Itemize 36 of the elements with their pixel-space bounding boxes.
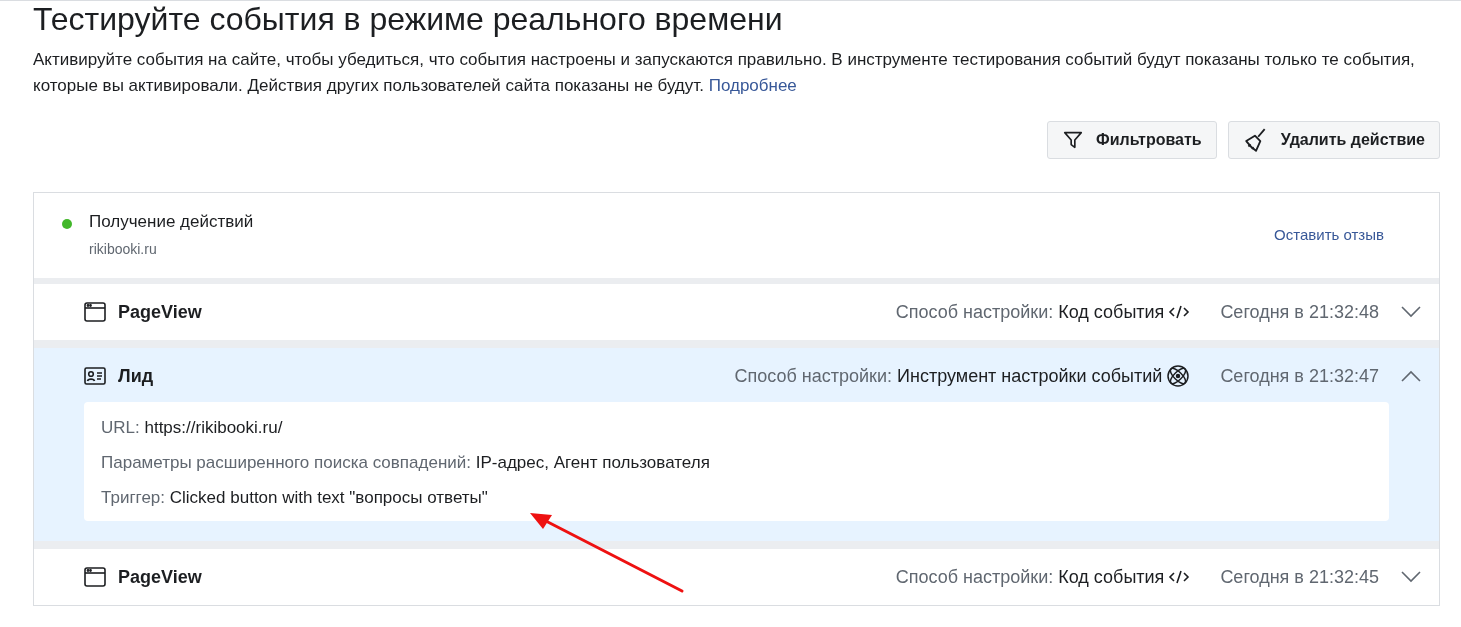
event-row[interactable]: PageView Способ настройки: Код события Сегодня в 21:32:48 (34, 284, 1439, 340)
atom-icon (1166, 364, 1191, 388)
site-domain: rikibooki.ru (89, 240, 158, 259)
learn-more-link[interactable]: Подробнее (708, 76, 797, 95)
page-description: Активируйте события на сайте, чтобы убедиться, что события настроены и запускаются правильно. В инструменте тестирования событий будут показаны только те события, которые вы активировали. Действия других пользователей сайта показаны не будут. Подробнее (33, 49, 1416, 97)
browser-window-icon (84, 302, 106, 322)
page-title: Тестируйте события в режиме реального времени (33, 1, 784, 37)
event-name: PageView (118, 565, 202, 589)
filter-icon (1062, 129, 1084, 151)
chevron-up-icon[interactable] (1401, 370, 1421, 382)
clear-actions-button[interactable]: Удалить действие (1227, 121, 1440, 159)
browser-window-icon (84, 567, 106, 587)
detail-line: URL: https://rikibooki.ru/ (101, 417, 284, 439)
event-row[interactable]: PageView Способ настройки: Код события Сегодня в 21:32:45 (34, 549, 1439, 605)
event-name: PageView (118, 300, 202, 324)
detail-line: Параметры расширенного поиска совпадений: IP-адрес, Агент пользователя (101, 452, 711, 474)
event-time: Сегодня в 21:32:48 (1220, 300, 1379, 324)
code-icon (1168, 304, 1191, 320)
status-label: Получение действий (89, 211, 254, 233)
filter-button[interactable]: Фильтровать (1047, 121, 1217, 159)
event-row[interactable] (34, 348, 1439, 541)
chevron-down-icon[interactable] (1401, 571, 1421, 583)
event-name: Лид (118, 364, 154, 388)
feedback-link[interactable]: Оставить отзыв (1274, 224, 1384, 247)
chevron-down-icon[interactable] (1401, 306, 1421, 318)
detail-line: Триггер: Clicked button with text "вопросы ответы" (101, 487, 489, 509)
method-label: Способ настройки: (895, 565, 1054, 589)
method-value: Код события (1058, 565, 1165, 589)
method-label: Способ настройки: (734, 364, 893, 388)
event-time: Сегодня в 21:32:47 (1220, 364, 1379, 388)
method-value: Код события (1058, 300, 1165, 324)
code-icon (1168, 569, 1191, 585)
event-time: Сегодня в 21:32:45 (1220, 565, 1379, 589)
id-card-icon (84, 367, 106, 385)
method-value: Инструмент настройки событий (897, 364, 1163, 388)
method-label: Способ настройки: (895, 300, 1054, 324)
